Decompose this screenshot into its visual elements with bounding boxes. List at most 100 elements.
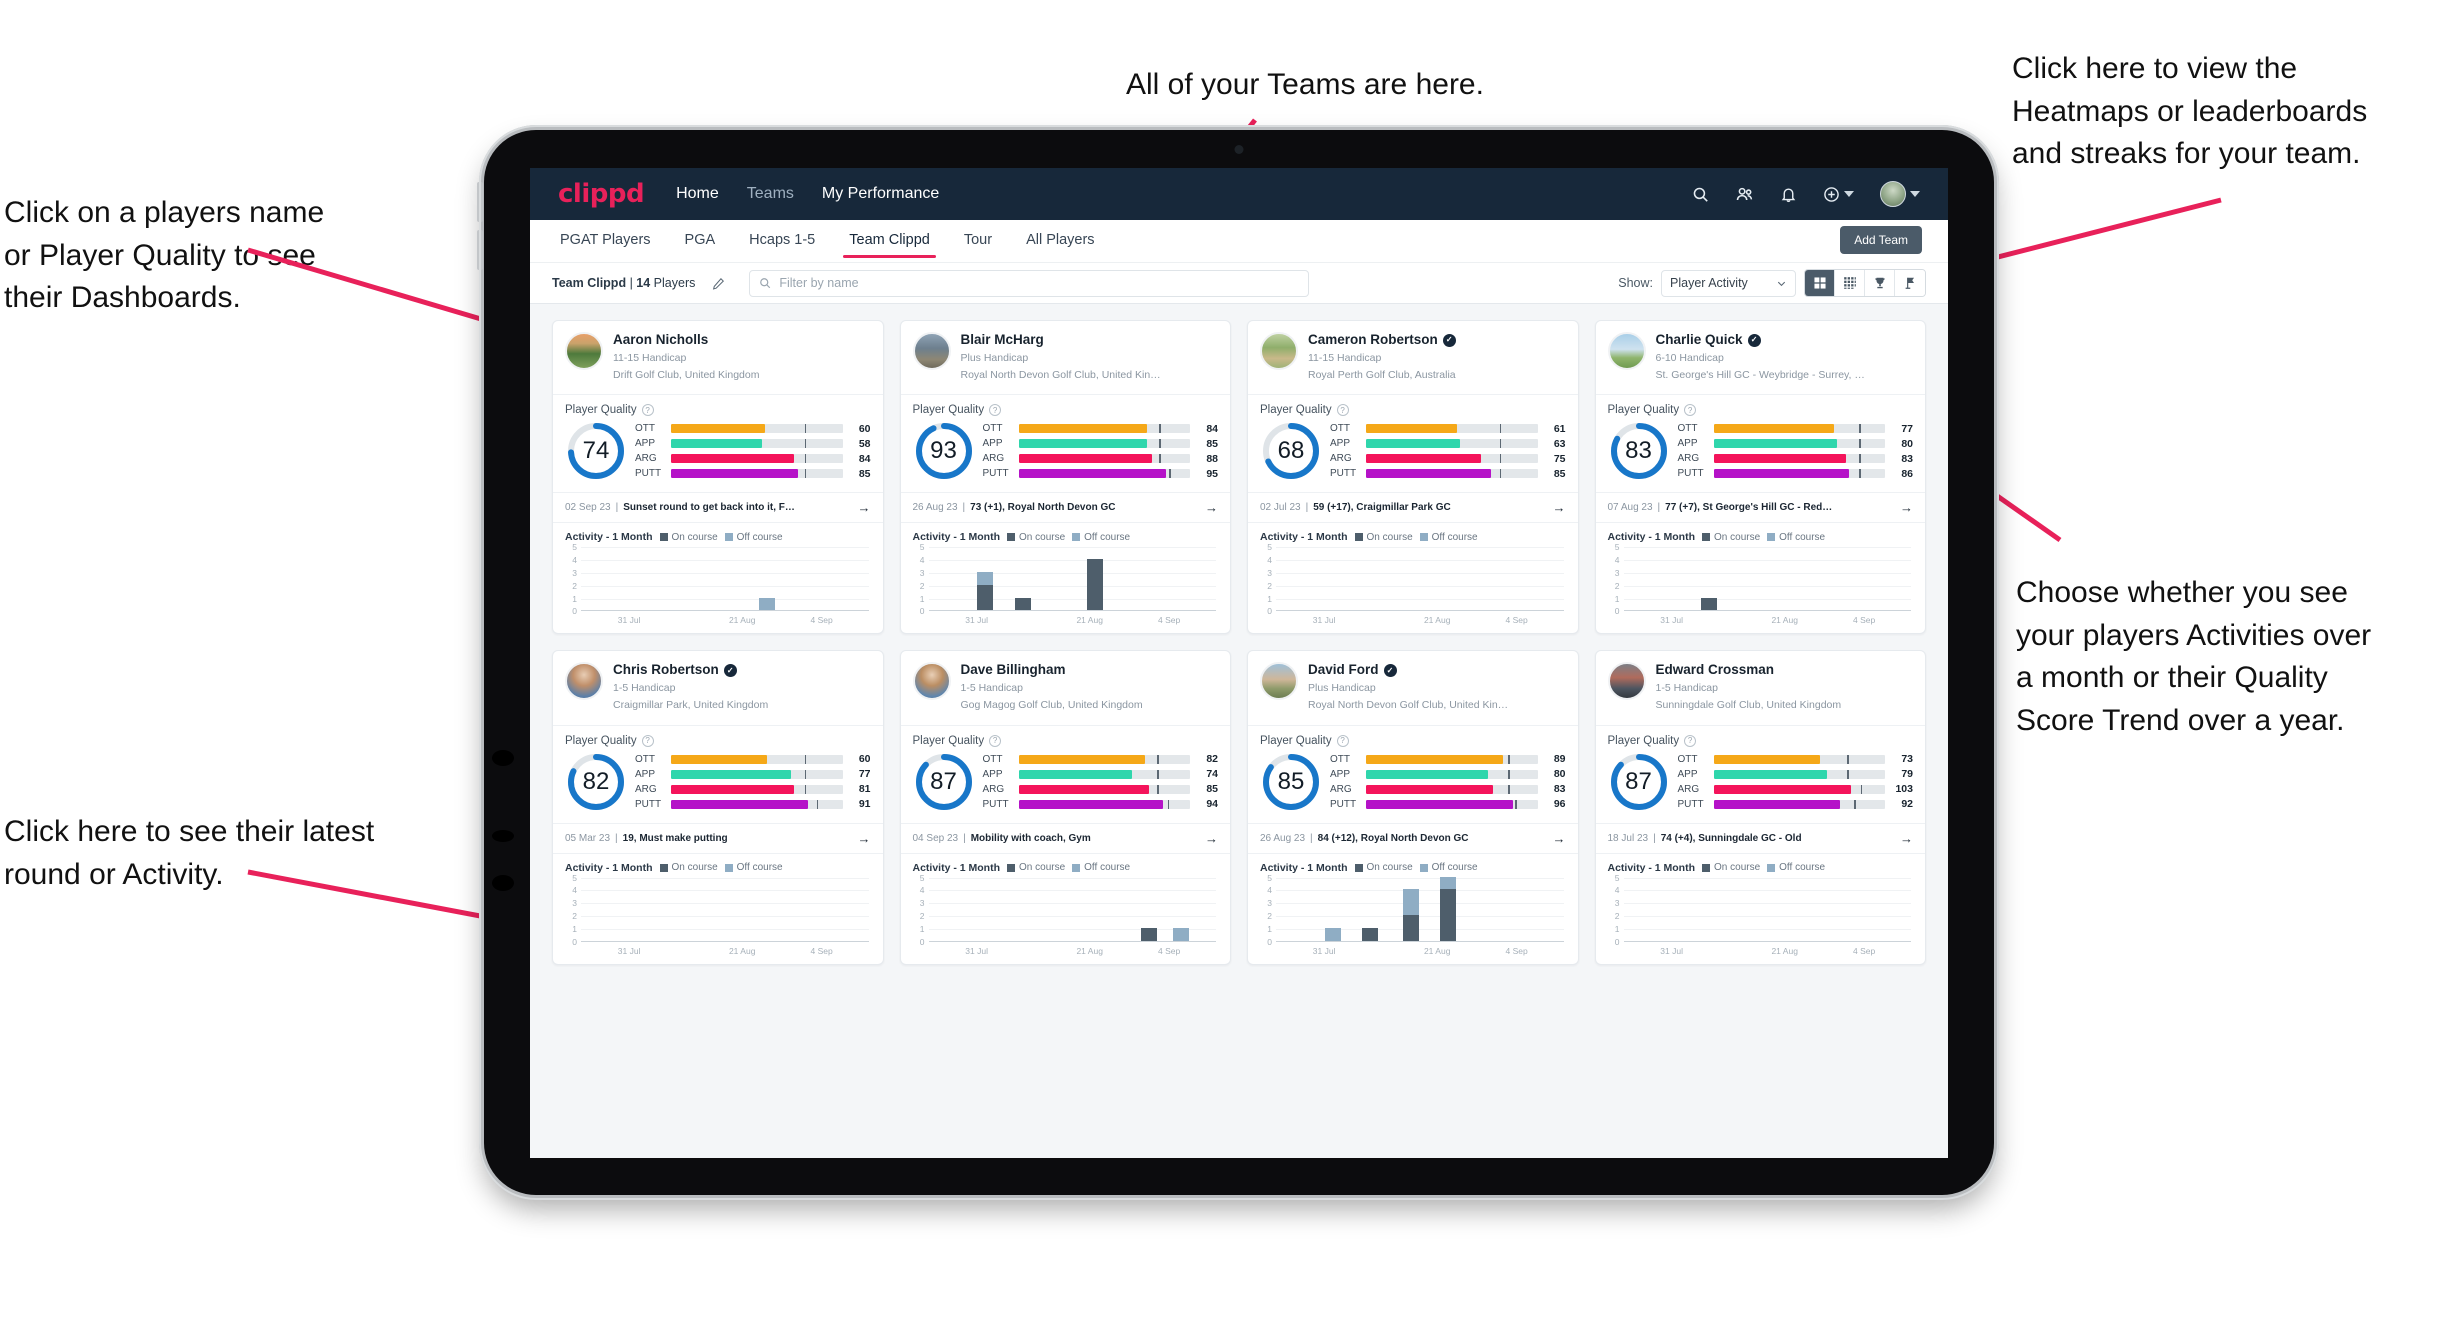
latest-round-row[interactable]: 26 Aug 23 | 73 (+1), Royal North Devon GC → xyxy=(900,492,1230,522)
player-card[interactable]: Aaron Nicholls 11-15 Handicap Drift Golf C… xyxy=(552,320,884,635)
tab-all-players[interactable]: All Players xyxy=(1024,222,1097,260)
arrow-right-icon[interactable]: → xyxy=(858,831,871,846)
bell-icon[interactable] xyxy=(1780,186,1797,203)
player-card[interactable]: Edward Crossman 1-5 Handicap Sunningdale G… xyxy=(1594,650,1926,965)
player-quality-ring[interactable]: 87 xyxy=(913,751,975,813)
tab-tour[interactable]: Tour xyxy=(962,222,994,260)
search-icon[interactable] xyxy=(1692,186,1709,203)
player-quality-section[interactable]: Player Quality? 68 OTT 61 APP 63 ARG 75 PUTT 85 xyxy=(1248,394,1578,492)
latest-round-row[interactable]: 26 Aug 23 | 84 (+12), Royal North Devon GC… xyxy=(1248,822,1578,853)
player-card-header[interactable]: Chris Robertson ✓ 1-5 Handicap Craigmillar … xyxy=(553,651,883,724)
y-tick-label: 5 xyxy=(1614,542,1620,553)
help-icon[interactable]: ? xyxy=(1684,404,1697,417)
latest-round-row[interactable]: 18 Jul 23 | 74 (+4), Sunningdale GC - Old → xyxy=(1595,822,1925,853)
arrow-right-icon[interactable]: → xyxy=(1205,500,1218,515)
player-quality-ring[interactable]: 83 xyxy=(1608,420,1670,482)
add-team-button[interactable]: Add Team xyxy=(1840,226,1922,254)
player-name[interactable]: David Ford ✓ xyxy=(1308,662,1508,679)
latest-round-row[interactable]: 07 Aug 23 | 77 (+7), St George's Hill GC -… xyxy=(1595,492,1925,522)
arrow-right-icon[interactable]: → xyxy=(1900,500,1913,515)
player-quality-ring[interactable]: 82 xyxy=(565,751,627,813)
help-icon[interactable]: ? xyxy=(1336,734,1349,747)
avatar[interactable] xyxy=(1880,181,1920,207)
player-name[interactable]: Blair McHarg xyxy=(961,332,1161,349)
arrow-right-icon[interactable]: → xyxy=(1900,831,1913,846)
tab-pga[interactable]: PGA xyxy=(683,222,718,260)
metric-bar-marker xyxy=(1169,469,1171,479)
player-handicap: Plus Handicap xyxy=(960,351,1029,364)
nav-home[interactable]: Home xyxy=(676,185,719,203)
latest-round-row[interactable]: 02 Sep 23 | Sunset round to get back into … xyxy=(553,492,883,522)
player-name[interactable]: Cameron Robertson ✓ xyxy=(1308,332,1456,349)
help-icon[interactable]: ? xyxy=(641,404,654,417)
clippd-logo[interactable]: clippd xyxy=(558,179,645,209)
latest-round-row[interactable]: 02 Jul 23 | 59 (+17), Craigmillar Park GC → xyxy=(1248,492,1578,522)
arrow-right-icon[interactable]: → xyxy=(858,500,871,515)
tab-hcaps-1-5[interactable]: Hcaps 1-5 xyxy=(747,222,817,260)
player-quality-ring[interactable]: 87 xyxy=(1608,751,1670,813)
volume-down-button[interactable] xyxy=(477,230,483,270)
player-quality-section[interactable]: Player Quality? 83 OTT 77 APP 80 ARG 83 PUTT 86 xyxy=(1595,394,1925,492)
player-quality-section[interactable]: Player Quality? 93 OTT 84 APP 85 ARG 88 PUTT 95 xyxy=(900,394,1230,492)
player-quality-section[interactable]: Player Quality? 85 OTT 89 APP 80 ARG 83 PUTT 96 xyxy=(1248,724,1578,823)
player-name[interactable]: Charlie Quick ✓ xyxy=(1656,332,1865,349)
player-card[interactable]: Blair McHarg Plus Handicap Royal North Dev… xyxy=(899,320,1231,635)
metric-bar-track xyxy=(1366,469,1538,479)
grid-view-button[interactable] xyxy=(1805,270,1835,296)
arrow-right-icon[interactable]: → xyxy=(1553,500,1566,515)
y-tick-label: 3 xyxy=(1267,567,1272,578)
arrow-right-icon[interactable]: → xyxy=(1553,831,1566,846)
volume-up-button[interactable] xyxy=(477,182,483,222)
help-icon[interactable]: ? xyxy=(1684,734,1697,747)
player-quality-ring[interactable]: 74 xyxy=(565,420,627,482)
tab-team-clippd[interactable]: Team Clippd xyxy=(843,222,936,260)
activity-bar-chart: 0 1 2 3 4 5 31 Jul 21 Aug 4 Sep xyxy=(913,542,1219,625)
avatar xyxy=(565,662,603,701)
player-name[interactable]: Aaron Nicholls xyxy=(613,332,759,349)
chevron-down-icon[interactable] xyxy=(1910,191,1920,197)
player-quality-ring[interactable]: 85 xyxy=(1260,751,1322,813)
player-quality-ring[interactable]: 68 xyxy=(1260,420,1322,482)
y-tick-label: 4 xyxy=(1267,555,1272,566)
latest-round-row[interactable]: 04 Sep 23 | Mobility with coach, Gym → xyxy=(900,822,1230,853)
leaderboard-view-button[interactable] xyxy=(1865,270,1895,296)
player-card-header[interactable]: Aaron Nicholls 11-15 Handicap Drift Golf C… xyxy=(553,321,883,394)
player-card-header[interactable]: Cameron Robertson ✓ 11-15 Handicap Royal Pe… xyxy=(1248,321,1578,394)
player-card-header[interactable]: Edward Crossman 1-5 Handicap Sunningdale G… xyxy=(1596,651,1926,724)
help-icon[interactable]: ? xyxy=(989,734,1002,747)
show-select[interactable]: Player Activity xyxy=(1661,269,1796,297)
search-input[interactable]: Filter by name xyxy=(749,269,1310,297)
player-card-header[interactable]: Blair McHarg Plus Handicap Royal North Dev… xyxy=(901,321,1231,394)
player-card[interactable]: Chris Robertson ✓ 1-5 Handicap Craigmillar … xyxy=(552,650,884,965)
arrow-right-icon[interactable]: → xyxy=(1205,831,1218,846)
player-quality-section[interactable]: Player Quality? 82 OTT 60 APP 77 ARG 81 PUTT 91 xyxy=(553,724,883,823)
player-card[interactable]: Dave Billingham 1-5 Handicap Gog Magog Gol… xyxy=(899,650,1231,965)
player-card[interactable]: Charlie Quick ✓ 6-10 Handicap St. George's … xyxy=(1594,320,1926,635)
player-quality-section[interactable]: Player Quality? 74 OTT 60 APP 58 ARG 84 PUTT 85 xyxy=(553,394,883,492)
help-icon[interactable]: ? xyxy=(641,734,654,747)
latest-round-row[interactable]: 05 Mar 23 | 19, Must make putting → xyxy=(553,822,883,853)
player-card[interactable]: David Ford ✓ Plus Handicap Royal North Devo… xyxy=(1247,650,1579,965)
player-name[interactable]: Chris Robertson ✓ xyxy=(613,662,768,679)
heatmap-view-button[interactable] xyxy=(1895,270,1925,296)
player-card-header[interactable]: David Ford ✓ Plus Handicap Royal North Devo… xyxy=(1248,651,1578,724)
player-quality-section[interactable]: Player Quality? 87 OTT 73 APP 79 ARG 103 PUTT 92 xyxy=(1595,724,1925,823)
dense-grid-view-button[interactable] xyxy=(1835,270,1865,296)
player-card-header[interactable]: Dave Billingham 1-5 Handicap Gog Magog Gol… xyxy=(901,651,1231,724)
player-name[interactable]: Dave Billingham xyxy=(961,662,1143,679)
help-icon[interactable]: ? xyxy=(989,404,1002,417)
player-card[interactable]: Cameron Robertson ✓ 11-15 Handicap Royal Pe… xyxy=(1247,320,1579,635)
chevron-down-icon[interactable] xyxy=(1844,191,1854,197)
player-quality-section[interactable]: Player Quality? 87 OTT 82 APP 74 ARG 85 PUTT 94 xyxy=(900,724,1230,823)
metric-label: ARG xyxy=(982,453,1005,465)
tab-pgat-players[interactable]: PGAT Players xyxy=(558,222,653,260)
people-icon[interactable] xyxy=(1735,185,1754,204)
player-name[interactable]: Edward Crossman xyxy=(1656,662,1842,679)
help-icon[interactable]: ? xyxy=(1336,404,1349,417)
nav-teams[interactable]: Teams xyxy=(747,185,794,203)
player-quality-ring[interactable]: 93 xyxy=(913,420,975,482)
nav-my-performance[interactable]: My Performance xyxy=(822,185,939,203)
player-card-header[interactable]: Charlie Quick ✓ 6-10 Handicap St. George's … xyxy=(1596,321,1926,394)
pencil-icon[interactable] xyxy=(705,270,731,296)
plus-circle-icon[interactable] xyxy=(1823,186,1854,203)
